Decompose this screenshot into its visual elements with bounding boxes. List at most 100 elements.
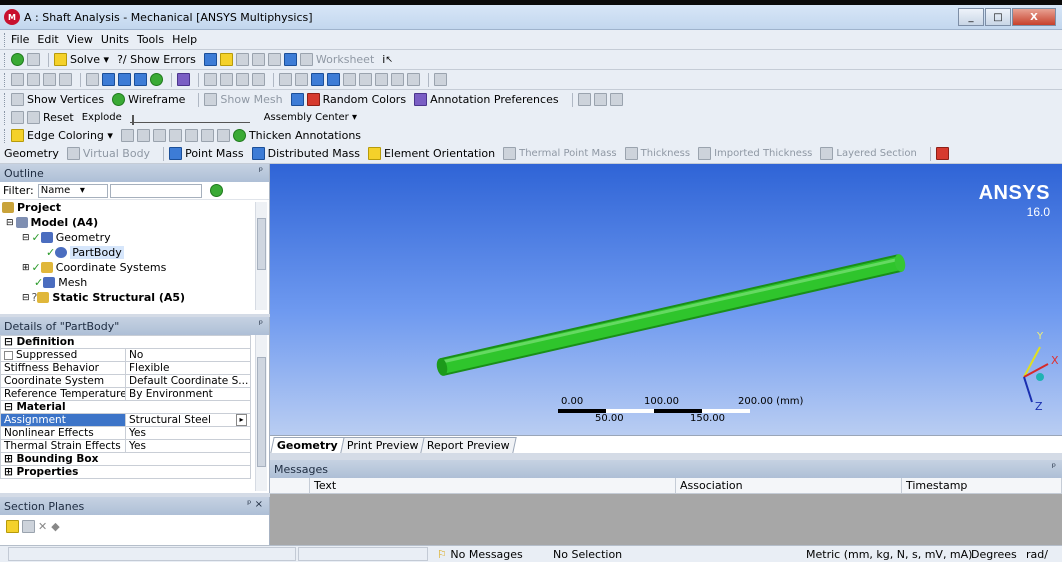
pin-icon[interactable] bbox=[200, 129, 214, 142]
edge-filter-icon[interactable] bbox=[118, 73, 131, 86]
unit-system-status[interactable]: Metric (mm, kg, N, s, mV, mA) bbox=[806, 548, 972, 561]
select-face-icon[interactable] bbox=[59, 73, 72, 86]
details-scrollbar[interactable] bbox=[255, 335, 267, 491]
new-section-plane-icon[interactable] bbox=[6, 519, 19, 533]
outline-scrollbar[interactable] bbox=[255, 202, 267, 310]
axes-icon[interactable] bbox=[290, 93, 304, 106]
no-messages-status[interactable]: ⚐ No Messages bbox=[437, 548, 523, 561]
check-icon[interactable] bbox=[11, 53, 24, 66]
annotation-preferences-button[interactable]: Annotation Preferences bbox=[414, 93, 559, 106]
edit-section-plane-icon[interactable] bbox=[22, 519, 35, 533]
select-edge-icon[interactable] bbox=[43, 73, 56, 86]
camera-icon[interactable] bbox=[407, 73, 420, 86]
contact-tool-icon[interactable] bbox=[935, 147, 949, 160]
delete-section-plane-icon[interactable]: ✕ bbox=[38, 520, 47, 533]
angle-unit-status[interactable]: Degrees bbox=[971, 548, 1017, 561]
row-coordinate-system[interactable]: Coordinate System Default Coordinate S... bbox=[0, 374, 251, 388]
distributed-mass-button[interactable]: Distributed Mass bbox=[251, 147, 360, 160]
show-mesh-button[interactable]: Show Mesh bbox=[204, 93, 283, 106]
close-button[interactable]: X bbox=[1012, 8, 1056, 26]
expand-icon[interactable]: ⊞ bbox=[4, 467, 13, 478]
solve-button[interactable]: Solve ▾ bbox=[54, 53, 109, 66]
angular-velocity-unit-status[interactable]: rad/ bbox=[1026, 548, 1048, 561]
maximize-button[interactable]: □ bbox=[985, 8, 1011, 26]
row-suppressed[interactable]: Suppressed No bbox=[0, 348, 251, 362]
assembly-center-dropdown[interactable]: Assembly Center ▾ bbox=[264, 112, 357, 123]
table-icon[interactable] bbox=[235, 53, 249, 66]
reset-button[interactable]: Reset bbox=[27, 111, 74, 124]
new-section-icon[interactable] bbox=[283, 53, 297, 66]
expand-icon[interactable]: ⊞ bbox=[4, 454, 13, 465]
collapse-icon[interactable]: ⊟ bbox=[22, 293, 30, 303]
collapse-icon[interactable]: ⊟ bbox=[6, 218, 14, 228]
column-timestamp[interactable]: Timestamp bbox=[902, 478, 1062, 493]
row-reference-temperature[interactable]: Reference Temperature By Environment bbox=[0, 387, 251, 401]
zoom-in-icon[interactable] bbox=[311, 73, 324, 86]
filter-input[interactable] bbox=[109, 183, 202, 198]
edge-coloring-button[interactable]: Edge Coloring ▾ bbox=[11, 129, 113, 142]
graphics-viewport[interactable]: ANSYS 16.0 0.00 100.00 200.00 (mm) 50.00… bbox=[270, 164, 1062, 435]
shaft-body[interactable] bbox=[435, 253, 907, 377]
face-filter-icon[interactable] bbox=[134, 73, 147, 86]
vertex-filter-icon[interactable] bbox=[102, 73, 115, 86]
show-vertices-button[interactable]: Show Vertices bbox=[11, 93, 104, 106]
row-stiffness-behavior[interactable]: Stiffness Behavior Flexible bbox=[0, 361, 251, 375]
zoom-fit-icon[interactable] bbox=[279, 73, 292, 86]
pin-icon[interactable]: ᵖ bbox=[259, 319, 263, 330]
update-icon[interactable] bbox=[27, 53, 40, 66]
element-orientation-button[interactable]: Element Orientation bbox=[367, 147, 495, 160]
imported-thickness-button[interactable]: Imported Thickness bbox=[698, 147, 812, 160]
edge-option-3-icon[interactable] bbox=[609, 93, 623, 106]
edge-style-2-icon[interactable] bbox=[136, 129, 150, 142]
tab-geometry[interactable]: Geometry bbox=[270, 437, 345, 453]
edge-style-5-icon[interactable] bbox=[184, 129, 198, 142]
app-icon[interactable]: M bbox=[4, 9, 20, 25]
thickness-button[interactable]: Thickness bbox=[624, 147, 690, 160]
checkbox[interactable] bbox=[4, 350, 13, 360]
pin-icon[interactable]: ᵖ bbox=[259, 166, 263, 177]
help-cursor-icon[interactable]: i ↖ bbox=[382, 53, 393, 66]
triad[interactable] bbox=[1023, 346, 1049, 403]
probe-icon[interactable] bbox=[251, 53, 265, 66]
layered-section-button[interactable]: Layered Section bbox=[820, 147, 917, 160]
isometric-icon[interactable] bbox=[375, 73, 388, 86]
menu-help[interactable]: Help bbox=[172, 33, 197, 46]
edge-style-3-icon[interactable] bbox=[152, 129, 166, 142]
menu-view[interactable]: View bbox=[67, 33, 93, 46]
menu-tools[interactable]: Tools bbox=[137, 33, 164, 46]
filter-apply-icon[interactable] bbox=[209, 184, 223, 197]
point-mass-button[interactable]: Point Mass bbox=[169, 147, 244, 160]
tree-node-coordinate-systems[interactable]: ⊞ ✓ Coordinate Systems bbox=[2, 260, 269, 275]
thicken-annotations-button[interactable]: Thicken Annotations bbox=[232, 129, 361, 142]
collapse-icon[interactable]: ⊟ bbox=[4, 402, 13, 413]
set-view-icon[interactable] bbox=[391, 73, 404, 86]
pan-icon[interactable] bbox=[220, 73, 233, 86]
show-section-icon[interactable]: ◆ bbox=[51, 520, 59, 533]
tab-report-preview[interactable]: Report Preview bbox=[420, 437, 517, 453]
group-properties[interactable]: ⊞ Properties bbox=[0, 465, 251, 479]
collapse-icon[interactable]: ⊟ bbox=[4, 337, 13, 348]
menu-units[interactable]: Units bbox=[101, 33, 129, 46]
group-definition[interactable]: ⊟ Definition bbox=[0, 335, 251, 349]
zoom-icon[interactable] bbox=[236, 73, 249, 86]
previous-view-icon[interactable] bbox=[343, 73, 356, 86]
edge-option-1-icon[interactable] bbox=[577, 93, 591, 106]
edge-style-4-icon[interactable] bbox=[168, 129, 182, 142]
filter-dropdown[interactable]: Name ▾ bbox=[37, 183, 108, 198]
row-assignment[interactable]: Assignment Structural Steel ▸ bbox=[0, 413, 251, 427]
chart-icon[interactable] bbox=[219, 53, 233, 66]
minimize-button[interactable]: _ bbox=[958, 8, 984, 26]
pin-close-icon[interactable]: ᵖ × bbox=[247, 499, 263, 510]
zoom-out-icon[interactable] bbox=[327, 73, 340, 86]
collapse-icon[interactable]: ⊟ bbox=[22, 233, 30, 243]
next-view-icon[interactable] bbox=[359, 73, 372, 86]
edge-option-2-icon[interactable] bbox=[593, 93, 607, 106]
random-colors-button[interactable]: Random Colors bbox=[306, 93, 406, 106]
box-zoom-icon[interactable] bbox=[252, 73, 265, 86]
row-nonlinear-effects[interactable]: Nonlinear Effects Yes bbox=[0, 426, 251, 440]
column-text[interactable]: Text bbox=[310, 478, 676, 493]
viewport-icon[interactable] bbox=[434, 73, 447, 86]
annotation-icon[interactable] bbox=[267, 53, 281, 66]
tree-node-model[interactable]: ⊟ Model (A4) bbox=[2, 215, 269, 230]
tree-node-mesh[interactable]: ✓ Mesh bbox=[2, 275, 269, 290]
